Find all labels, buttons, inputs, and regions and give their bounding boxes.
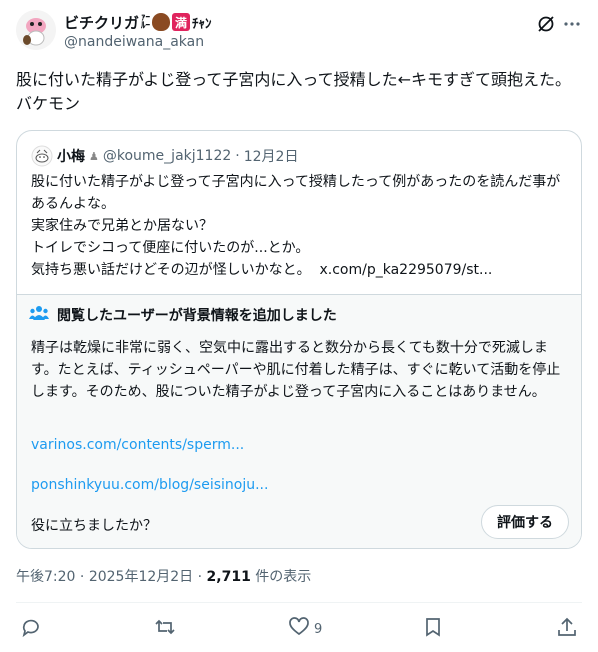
meta-separator: · (79, 569, 85, 585)
community-note-link-1[interactable]: varinos.com/contents/sperm... (31, 437, 244, 453)
reply-button[interactable] (20, 616, 42, 642)
share-icon (556, 616, 578, 642)
quote-line: 実家住みで兄弟とか居ない？ (31, 218, 213, 234)
author-handle[interactable]: @nandeiwana_akan (64, 34, 204, 50)
meta-separator: · (197, 569, 203, 585)
like-icon (288, 616, 310, 642)
community-note: 閲覧したユーザーが背景情報を追加しました 精子は乾燥に非常に弱く、空気中に露出す… (17, 294, 581, 548)
quote-header: 小梅 ♟ @koume_jakj1122 · 12月2日 (31, 145, 298, 167)
more-icon[interactable] (562, 14, 582, 34)
divider (16, 602, 582, 603)
views-label: 件の表示 (255, 569, 312, 585)
tweet-meta: 午後7:20 · 2025年12月2日 · 2,711 件の表示 (16, 566, 311, 586)
action-bar: 9 (16, 614, 582, 642)
avatar[interactable] (16, 10, 56, 50)
tweet-text: 股に付いた精子がよじ登って子宮内に入って授精した←キモすぎて頭抱えた。バケモン (16, 70, 572, 113)
display-name[interactable]: ビチクリガ (64, 12, 139, 33)
community-note-icon (29, 305, 49, 325)
retweet-icon (154, 616, 176, 642)
views-count: 2,711 (206, 569, 251, 585)
quote-date[interactable]: 12月2日 (244, 146, 299, 166)
community-note-body: 精子は乾燥に非常に弱く、空気中に露出すると数分から長くても数十分で死滅します。た… (31, 340, 561, 400)
community-note-link-2[interactable]: ponshinkyuu.com/blog/seisinoju... (31, 477, 268, 493)
community-note-header: 閲覧したユーザーが背景情報を追加しました (29, 305, 337, 325)
helpful-prompt: 役に立ちましたか？ (31, 518, 157, 534)
quoted-tweet[interactable]: 小梅 ♟ @koume_jakj1122 · 12月2日 股に付いた精子がよじ登… (16, 130, 582, 549)
quote-line-with-link: 気持ち悪い話だけどその辺が怪しいかなと。 x.com/p_ka2295079/s… (31, 259, 569, 281)
chestnut-emoji-icon (152, 13, 171, 31)
quote-line: トイレでシコって便座に付いたのが...とか。 (31, 240, 310, 256)
quote-separator: · (235, 148, 240, 164)
tweet-time[interactable]: 午後7:20 (16, 569, 75, 585)
tweet-header: ビチクリガ ｧｰ ﾙｰ 満 ﾁｬﾝ @nandeiwana_akan (16, 10, 582, 54)
quote-name-badge-icon: ♟ (89, 149, 99, 163)
rate-button[interactable]: 評価する (481, 505, 569, 539)
grok-icon[interactable] (536, 14, 556, 34)
bookmark-button[interactable] (422, 616, 444, 642)
quote-text: 股に付いた精子がよじ登って子宮内に入って授精したって例があったのを読んだ事がある… (31, 171, 569, 281)
man-emoji-icon: 満 (172, 13, 191, 31)
quote-display-name[interactable]: 小梅 (57, 146, 85, 166)
reply-icon (20, 616, 42, 642)
quote-avatar[interactable] (31, 145, 53, 167)
retweet-button[interactable] (154, 616, 176, 642)
display-name-suffix: ｧｰ ﾙｰ 満 ﾁｬﾝ (141, 13, 212, 32)
quote-line: 気持ち悪い話だけどその辺が怪しいかなと。 (31, 262, 311, 278)
like-button[interactable]: 9 (288, 616, 322, 642)
display-name-row[interactable]: ビチクリガ ｧｰ ﾙｰ 満 ﾁｬﾝ (64, 12, 212, 32)
like-count: 9 (314, 621, 323, 637)
name-tiny-2: ﾙｰ (141, 21, 151, 31)
bookmark-icon (422, 616, 444, 642)
community-note-title: 閲覧したユーザーが背景情報を追加しました (57, 308, 337, 324)
share-button[interactable] (556, 616, 578, 642)
tweet-date[interactable]: 2025年12月2日 (89, 569, 193, 585)
quote-handle[interactable]: @koume_jakj1122 (103, 148, 231, 164)
quote-link[interactable]: x.com/p_ka2295079/st... (320, 262, 493, 278)
name-suffix-text: ﾁｬﾝ (192, 16, 212, 32)
quote-line: 股に付いた精子がよじ登って子宮内に入って授精したって例があったのを読んだ事がある… (31, 174, 561, 212)
